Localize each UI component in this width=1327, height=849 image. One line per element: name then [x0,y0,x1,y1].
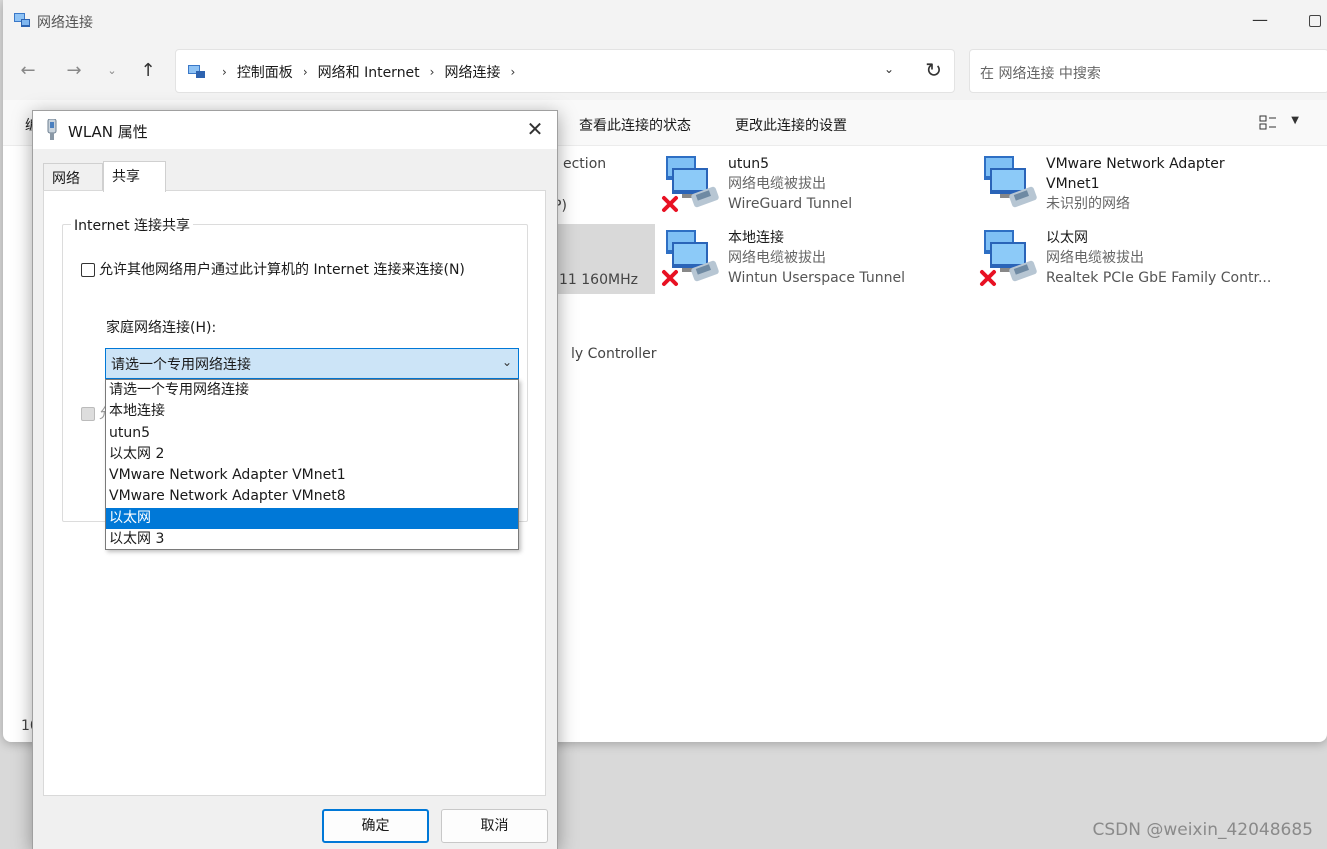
option-item[interactable]: 以太网 2 [106,444,518,465]
sharing-tab-panel: Internet 连接共享 允许其他网络用户通过此计算机的 Internet 连… [43,190,546,796]
connection-name: 以太网 [1046,230,1088,246]
connection-device: Wintun Userspace Tunnel [728,270,905,286]
breadcrumb-separator: › [222,65,227,79]
connection-status: 网络电缆被拔出 [728,250,826,266]
connection-name-line2: VMnet1 [1046,176,1100,192]
tab-sharing[interactable]: 共享 [103,161,166,192]
window-title: 网络连接 [37,15,93,31]
network-adapter-icon [662,156,719,212]
recent-chevron-icon[interactable]: ⌄ [97,56,127,86]
maximize-button[interactable] [1307,6,1327,36]
option-item[interactable]: VMware Network Adapter VMnet1 [106,465,518,486]
home-network-select[interactable]: 请选一个专用网络连接 ⌄ [105,348,519,379]
chevron-down-icon: ⌄ [501,355,512,369]
option-item-highlighted[interactable]: 以太网 [106,507,518,530]
breadcrumb-item-network-internet[interactable]: 网络和 Internet [318,62,420,82]
address-dropdown-icon[interactable]: ⌄ [884,62,894,76]
breadcrumb-separator[interactable]: › [510,65,515,79]
network-adapter-icon [662,230,719,286]
cancel-button[interactable]: 取消 [441,809,548,843]
watermark: CSDN @weixin_42048685 [1092,820,1313,840]
allow-control-checkbox[interactable] [81,407,95,421]
option-item[interactable]: utun5 [106,423,518,444]
minimize-button[interactable]: — [1245,6,1275,36]
option-item[interactable]: VMware Network Adapter VMnet8 [106,486,518,507]
tab-network[interactable]: 网络 [43,163,103,191]
search-placeholder: 在 网络连接 中搜索 [980,66,1101,82]
breadcrumb-item-control-panel[interactable]: 控制面板 [237,62,293,82]
connection-name: utun5 [728,156,770,172]
connection-name: 本地连接 [728,230,784,246]
selected-value: 请选一个专用网络连接 [111,357,251,373]
forward-arrow-icon[interactable]: → [59,56,89,86]
allow-sharing-checkbox[interactable] [81,263,95,277]
up-arrow-icon[interactable]: ↑ [133,56,163,86]
wlan-properties-dialog: WLAN 属性 ✕ 网络 共享 Internet 连接共享 允许其他网络用户通过… [32,110,558,849]
home-network-options: 请选一个专用网络连接 本地连接 utun5 以太网 2 VMware Netwo… [105,379,519,550]
control-panel-icon [188,65,205,78]
view-options-icon[interactable] [1259,114,1277,132]
view-status-button[interactable]: 查看此连接的状态 [579,115,691,135]
partial-label-connection: ection [563,156,607,172]
home-network-label: 家庭网络连接(H): [106,320,217,336]
breadcrumb-separator: › [302,65,308,79]
breadcrumb-separator: › [429,65,435,79]
connection-status: 网络电缆被拔出 [728,176,826,192]
breadcrumb-item-network-connections[interactable]: 网络连接 [444,62,500,82]
close-icon[interactable]: ✕ [523,117,547,141]
change-settings-button[interactable]: 更改此连接的设置 [735,115,847,135]
connection-device: WireGuard Tunnel [728,196,853,212]
wlan-adapter-icon [47,119,57,140]
view-dropdown-icon[interactable]: ▼ [1291,115,1299,126]
option-item[interactable]: 请选一个专用网络连接 [106,380,518,401]
dialog-title: WLAN 属性 [68,123,148,141]
connection-device: Realtek PCIe GbE Family Contr... [1046,270,1272,286]
title-bar: 网络连接 — [3,0,1327,42]
network-adapter-icon [984,156,1037,208]
partial-label-controller: ly Controller [571,346,657,362]
refresh-icon[interactable]: ↻ [925,58,942,82]
connection-name: VMware Network Adapter [1046,156,1225,172]
allow-sharing-label: 允许其他网络用户通过此计算机的 Internet 连接来连接(N) [99,262,465,278]
breadcrumb: › 控制面板 › 网络和 Internet › 网络连接 › [212,62,525,82]
address-bar[interactable]: › 控制面板 › 网络和 Internet › 网络连接 › ⌄ ↻ [175,49,955,93]
navigation-bar: ← → ⌄ ↑ › 控制面板 › 网络和 Internet › 网络连接 › ⌄… [3,42,1327,100]
back-arrow-icon[interactable]: ← [13,56,43,86]
group-title: Internet 连接共享 [71,215,194,235]
dialog-title-bar: WLAN 属性 ✕ [33,111,557,149]
connection-status: 未识别的网络 [1046,196,1130,212]
search-input[interactable]: 在 网络连接 中搜索 [969,49,1327,93]
option-item[interactable]: 本地连接 [106,401,518,422]
partial-label-mhz: 11 160MHz [559,272,638,288]
ok-button[interactable]: 确定 [322,809,429,843]
option-item[interactable]: 以太网 3 [106,529,518,550]
network-connections-icon [14,13,30,27]
connection-status: 网络电缆被拔出 [1046,250,1144,266]
network-adapter-icon [980,230,1037,286]
